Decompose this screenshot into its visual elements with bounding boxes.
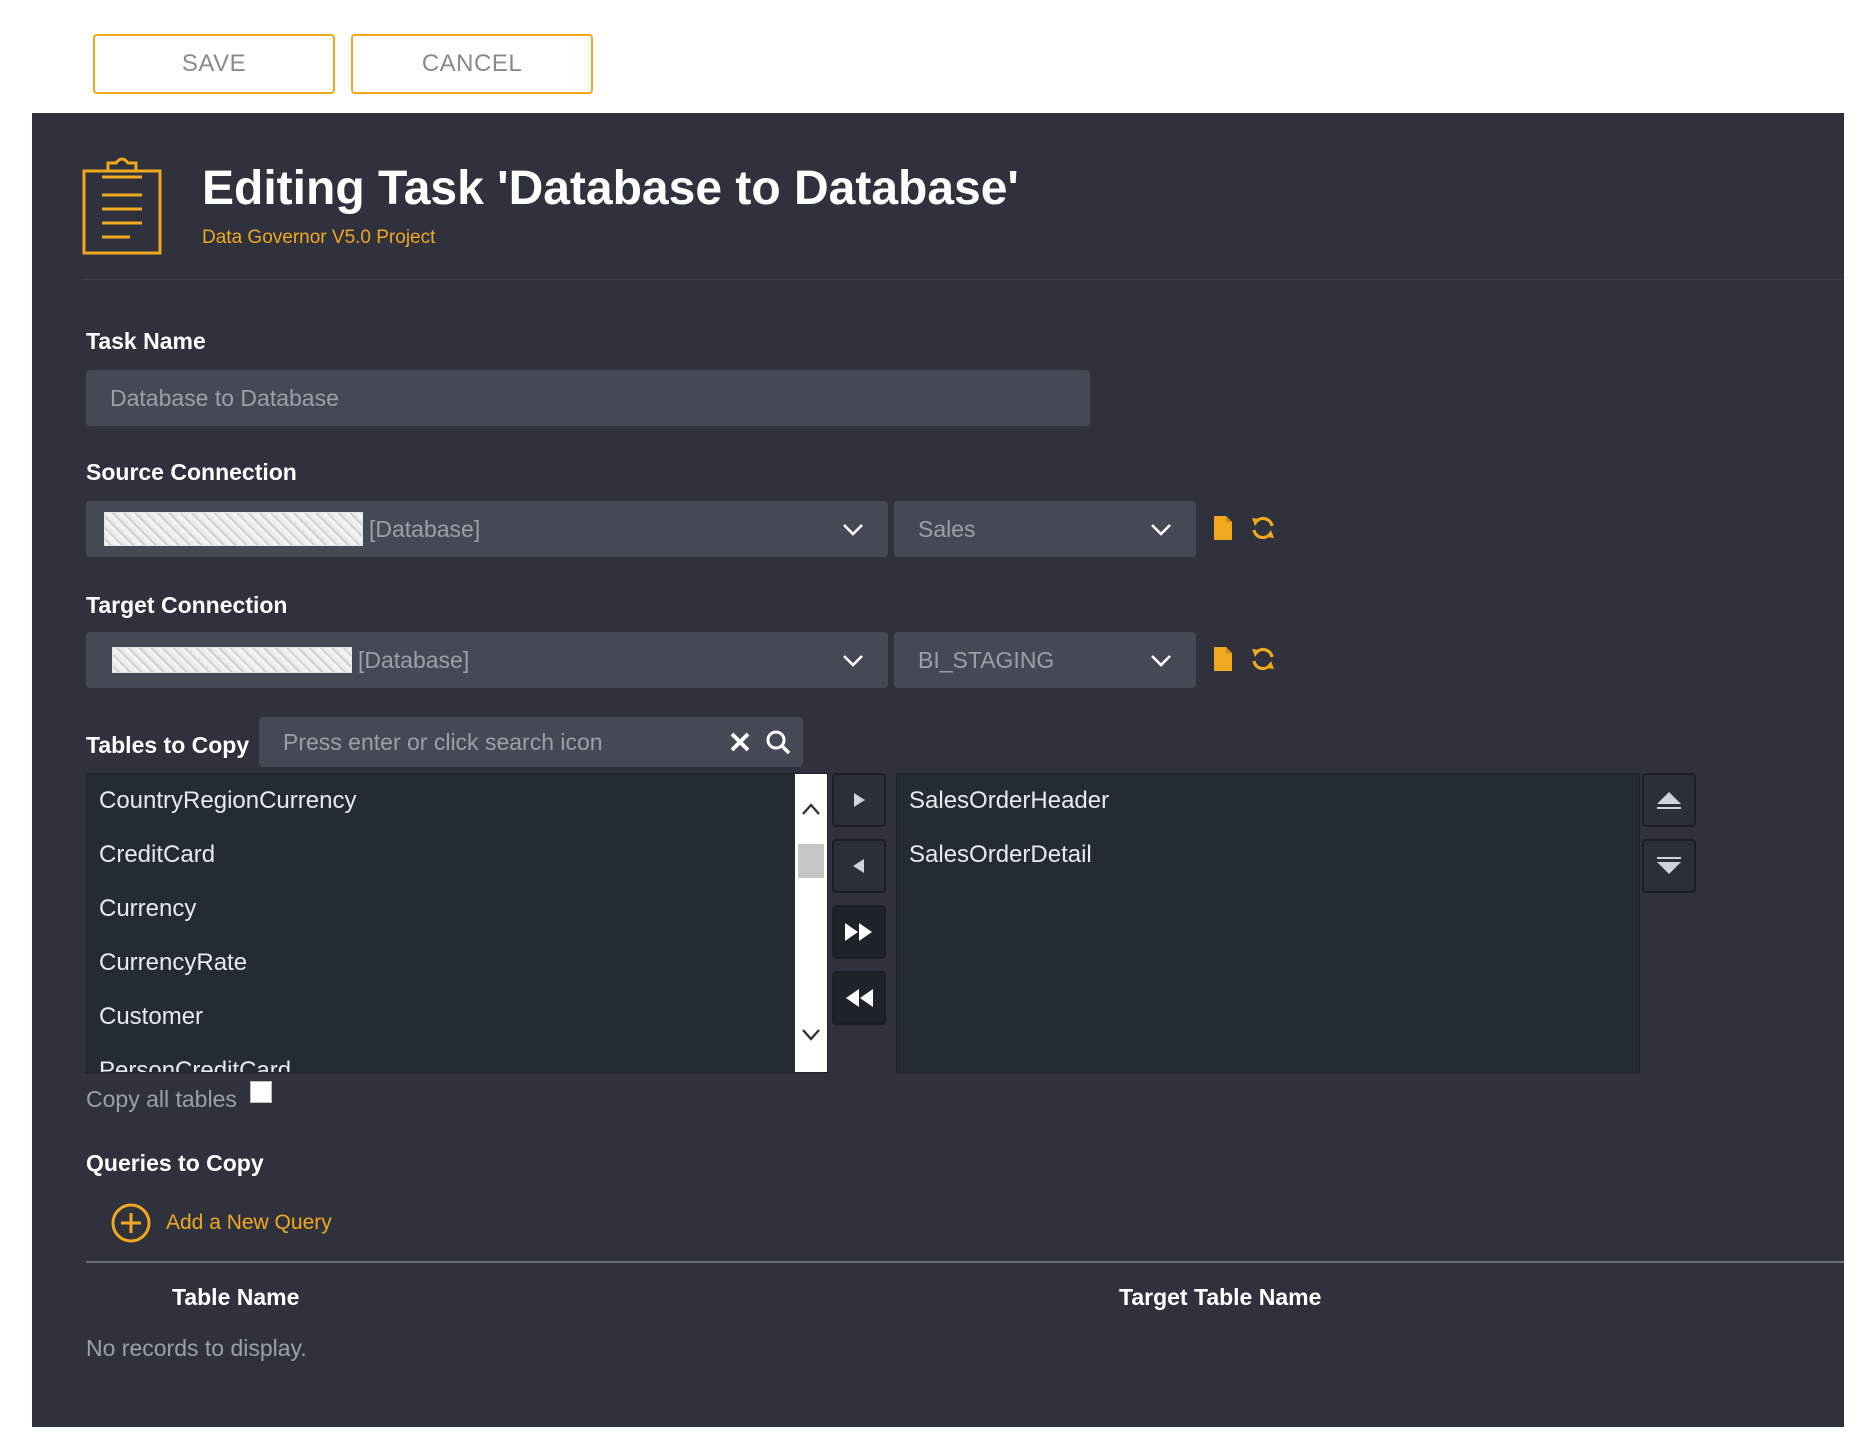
chevron-down-icon bbox=[843, 524, 863, 536]
copy-all-tables-label: Copy all tables bbox=[86, 1086, 237, 1112]
move-right-button[interactable] bbox=[832, 773, 886, 827]
target-connection-suffix: [Database] bbox=[358, 646, 470, 673]
task-name-value: Database to Database bbox=[110, 384, 339, 411]
move-down-icon bbox=[1657, 857, 1681, 874]
save-button[interactable]: SAVE bbox=[93, 34, 335, 94]
target-schema-dropdown[interactable]: BI_STAGING bbox=[894, 632, 1196, 688]
double-right-icon bbox=[845, 923, 872, 941]
search-icon[interactable] bbox=[765, 729, 791, 755]
move-up-button[interactable] bbox=[1642, 773, 1696, 827]
column-header-table-name[interactable]: Table Name bbox=[172, 1284, 299, 1311]
source-connection-suffix: [Database] bbox=[369, 515, 481, 542]
new-connection-icon[interactable] bbox=[1208, 644, 1238, 674]
list-item[interactable]: CountryRegionCurrency bbox=[87, 774, 827, 828]
page-title: Editing Task 'Database to Database' bbox=[202, 162, 1019, 215]
list-item[interactable]: SalesOrderHeader bbox=[897, 774, 1639, 828]
header-divider bbox=[84, 279, 1844, 280]
move-all-right-button[interactable] bbox=[832, 905, 886, 959]
source-schema-dropdown[interactable]: Sales bbox=[894, 501, 1196, 557]
move-up-icon bbox=[1657, 792, 1681, 809]
move-down-button[interactable] bbox=[1642, 839, 1696, 893]
empty-grid-message: No records to display. bbox=[86, 1335, 307, 1361]
new-connection-icon[interactable] bbox=[1208, 513, 1238, 543]
caret-right-icon bbox=[854, 793, 865, 807]
scrollbar-thumb[interactable] bbox=[798, 844, 824, 878]
list-item[interactable]: Currency bbox=[87, 882, 827, 936]
chevron-down-icon bbox=[843, 655, 863, 667]
move-left-button[interactable] bbox=[832, 839, 886, 893]
column-header-target-table-name[interactable]: Target Table Name bbox=[1119, 1284, 1321, 1311]
add-query-label: Add a New Query bbox=[166, 1211, 332, 1234]
available-tables-list[interactable]: CountryRegionCurrency CreditCard Currenc… bbox=[86, 773, 828, 1073]
chevron-up-icon[interactable] bbox=[801, 802, 821, 816]
edit-task-panel: Editing Task 'Database to Database' Data… bbox=[32, 113, 1844, 1427]
double-left-icon bbox=[846, 989, 873, 1007]
target-connection-label: Target Connection bbox=[86, 592, 288, 618]
chevron-down-icon bbox=[1151, 524, 1171, 536]
task-name-input[interactable]: Database to Database bbox=[86, 370, 1090, 426]
clear-icon[interactable] bbox=[728, 730, 752, 754]
list-item[interactable]: CreditCard bbox=[87, 828, 827, 882]
target-connection-dropdown[interactable]: [Database] bbox=[86, 632, 888, 688]
grid-divider bbox=[86, 1261, 1844, 1263]
source-connection-dropdown[interactable]: [Database] bbox=[86, 501, 888, 557]
selected-tables-list[interactable]: SalesOrderHeader SalesOrderDetail bbox=[896, 773, 1640, 1073]
chevron-down-icon bbox=[1151, 655, 1171, 667]
refresh-icon[interactable] bbox=[1248, 513, 1278, 543]
move-all-left-button[interactable] bbox=[832, 971, 886, 1025]
task-name-label: Task Name bbox=[86, 328, 206, 354]
tables-to-copy-label: Tables to Copy bbox=[86, 732, 250, 758]
project-subtitle: Data Governor V5.0 Project bbox=[202, 227, 436, 248]
list-item[interactable]: PersonCreditCard bbox=[87, 1044, 827, 1072]
list-scrollbar[interactable] bbox=[795, 774, 827, 1072]
redacted-connection-name bbox=[112, 647, 352, 673]
queries-to-copy-label: Queries to Copy bbox=[86, 1150, 264, 1176]
copy-all-tables-checkbox[interactable] bbox=[250, 1081, 272, 1103]
source-connection-label: Source Connection bbox=[86, 459, 297, 485]
table-search-placeholder: Press enter or click search icon bbox=[283, 728, 603, 755]
cancel-button[interactable]: CANCEL bbox=[351, 34, 593, 94]
target-schema-value: BI_STAGING bbox=[918, 646, 1055, 673]
redacted-connection-name bbox=[104, 512, 363, 546]
add-query-button[interactable]: Add a New Query bbox=[110, 1202, 332, 1244]
list-item[interactable]: SalesOrderDetail bbox=[897, 828, 1639, 882]
table-search-input[interactable]: Press enter or click search icon bbox=[259, 717, 803, 767]
list-item[interactable]: CurrencyRate bbox=[87, 936, 827, 990]
chevron-down-icon[interactable] bbox=[801, 1028, 821, 1042]
refresh-icon[interactable] bbox=[1248, 644, 1278, 674]
caret-left-icon bbox=[853, 859, 864, 873]
plus-circle-icon bbox=[111, 1203, 151, 1243]
list-item[interactable]: Customer bbox=[87, 990, 827, 1044]
source-schema-value: Sales bbox=[918, 515, 976, 542]
clipboard-icon bbox=[82, 157, 162, 255]
